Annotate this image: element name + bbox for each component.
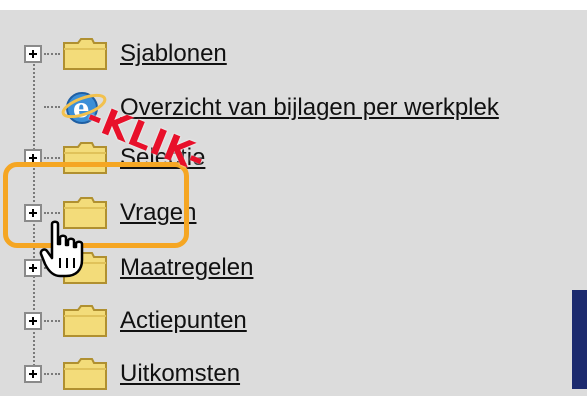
tree-connector-dots	[44, 53, 60, 55]
tree-connector-dots	[44, 157, 60, 159]
tree-node-maatregelen[interactable]: Maatregelen	[0, 250, 587, 290]
expand-plus-icon[interactable]	[24, 365, 42, 383]
tree-connector-dots	[44, 106, 60, 108]
corner-panel	[572, 290, 587, 389]
click-highlight-box	[3, 162, 189, 248]
tree-connector-dots	[44, 373, 60, 375]
folder-icon	[63, 358, 107, 390]
tree-node-uitkomsten[interactable]: Uitkomsten	[0, 356, 587, 396]
tree-node-sjablonen[interactable]: Sjablonen	[0, 36, 587, 76]
folder-icon	[63, 305, 107, 337]
tree-node-label[interactable]: Uitkomsten	[120, 360, 240, 388]
tree-node-actiepunten[interactable]: Actiepunten	[0, 303, 587, 343]
tree-connector-dots	[44, 320, 60, 322]
expand-plus-icon[interactable]	[24, 45, 42, 63]
folder-icon	[63, 38, 107, 70]
expand-plus-icon[interactable]	[24, 312, 42, 330]
tree-node-label[interactable]: Sjablonen	[120, 40, 227, 68]
tree-node-label[interactable]: Maatregelen	[120, 254, 253, 282]
tree-node-label[interactable]: Actiepunten	[120, 307, 247, 335]
hand-cursor-icon	[39, 220, 84, 278]
tree-node-label[interactable]: Overzicht van bijlagen per werkplek	[120, 94, 499, 122]
